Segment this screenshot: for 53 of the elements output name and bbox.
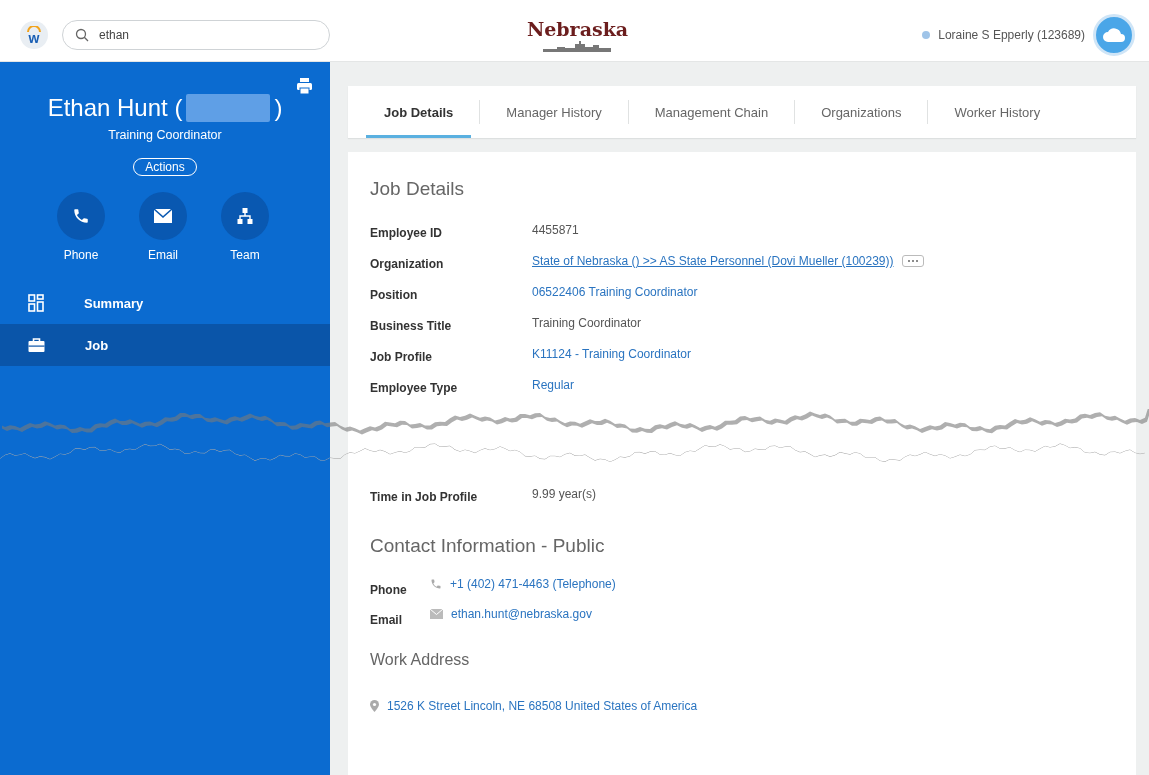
contact-value[interactable]: ethan.hunt@nebraska.gov [451,607,592,621]
email-action[interactable]: Email [139,192,187,262]
field-value[interactable]: Regular [532,378,575,392]
team-action[interactable]: Team [221,192,269,262]
app-logo[interactable]: w [20,20,48,49]
section-title: Contact Information - Public [370,535,606,557]
tab[interactable]: Worker History [936,86,1059,138]
search-icon [75,27,89,42]
employee-name: Ethan Hunt ( [47,94,183,122]
field-label: Position [370,287,419,302]
field-value[interactable]: State of Nebraska () >> AS State Personnel (Dovi Mueller (100239)) [532,254,894,268]
field-value[interactable]: 06522406 Training Coordinator [532,285,698,299]
field-value[interactable]: K11124 - Training Coordinator [532,347,691,361]
field-label: Employee Type [370,380,459,395]
nav-item[interactable]: Summary [0,282,330,324]
field-label: Time in Job Profile [370,489,479,504]
section-title: Work Address [370,651,471,669]
field-value: Training Coordinator [532,316,641,330]
contact-label: Phone [370,582,408,597]
job-title: Training Coordinator [107,128,223,142]
tab[interactable]: Job Details [366,86,472,138]
phone-icon [430,578,442,590]
field-label: Job Profile [370,349,433,364]
envelope-icon [430,609,443,619]
phone-action[interactable]: Phone [57,192,105,262]
more-button[interactable] [901,254,924,267]
avatar-cloud-icon[interactable] [1093,13,1135,56]
status-dot [922,30,931,39]
skyline-icon [543,39,612,52]
field-label: Employee ID [370,225,444,240]
brand-logo: Nebraska [526,17,629,40]
email-icon [139,192,187,240]
field-label: Business Title [370,318,453,333]
nav-item[interactable]: Job [0,324,330,366]
contact-value[interactable]: +1 (402) 471-4463 (Telephone) [450,577,616,591]
tab[interactable]: Manager History [488,86,620,138]
tab[interactable]: Management Chain [636,86,787,138]
grid-icon [28,294,44,312]
briefcase-icon [28,337,45,353]
tab[interactable]: Organizations [803,86,920,138]
print-icon[interactable] [297,78,312,94]
field-value: 9.99 year(s) [532,487,597,501]
closing-parenthesis: ) [274,94,283,122]
section-title: Job Details [370,178,465,200]
field-label: Organization [370,256,445,271]
location-pin-icon [370,700,379,712]
address-link[interactable]: 1526 K Street Lincoln, NE 68508 United States of America [387,699,698,713]
field-value: 4455871 [532,223,579,237]
phone-icon [57,192,105,240]
team-icon [221,192,269,240]
search-input[interactable]: ethan [97,26,301,43]
user-name[interactable]: Loraine S Epperly (123689) [938,27,1085,42]
contact-label: Email [370,612,403,627]
